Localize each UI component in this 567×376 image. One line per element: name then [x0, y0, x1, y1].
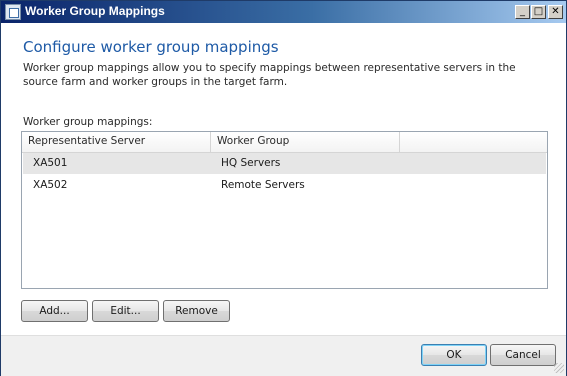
page-title: Configure worker group mappings	[23, 38, 279, 56]
cell-representative-server: XA501	[33, 157, 68, 169]
mappings-table[interactable]: Representative Server Worker Group XA501…	[21, 131, 548, 289]
maximize-button[interactable]: □	[531, 5, 546, 19]
column-divider[interactable]	[399, 132, 400, 152]
app-icon	[5, 4, 21, 20]
column-header-representative-server[interactable]: Representative Server	[28, 135, 145, 147]
resize-grip[interactable]	[554, 363, 564, 373]
cell-representative-server: XA502	[33, 179, 68, 191]
table-row[interactable]: XA501 HQ Servers	[23, 153, 546, 174]
close-button[interactable]: ✕	[548, 5, 563, 19]
table-row[interactable]: XA502 Remote Servers	[23, 175, 546, 196]
minimize-button[interactable]: _	[515, 5, 530, 19]
dialog-content: Configure worker group mappings Worker g…	[1, 23, 566, 335]
mappings-list-label: Worker group mappings:	[23, 116, 153, 128]
description-text: Worker group mappings allow you to speci…	[23, 62, 516, 88]
edit-button[interactable]: Edit...	[92, 300, 159, 322]
title-bar[interactable]: Worker Group Mappings _ □ ✕	[1, 1, 566, 23]
column-header-worker-group[interactable]: Worker Group	[217, 135, 289, 147]
add-button[interactable]: Add...	[21, 300, 88, 322]
dialog-window: Worker Group Mappings _ □ ✕ Configure wo…	[0, 0, 567, 376]
ok-button[interactable]: OK	[421, 344, 487, 366]
column-divider[interactable]	[210, 132, 211, 152]
cell-worker-group: HQ Servers	[221, 157, 281, 169]
cell-worker-group: Remote Servers	[221, 179, 305, 191]
window-title: Worker Group Mappings	[25, 4, 165, 18]
cancel-button[interactable]: Cancel	[490, 344, 556, 366]
remove-button[interactable]: Remove	[163, 300, 230, 322]
table-header: Representative Server Worker Group	[22, 132, 547, 153]
